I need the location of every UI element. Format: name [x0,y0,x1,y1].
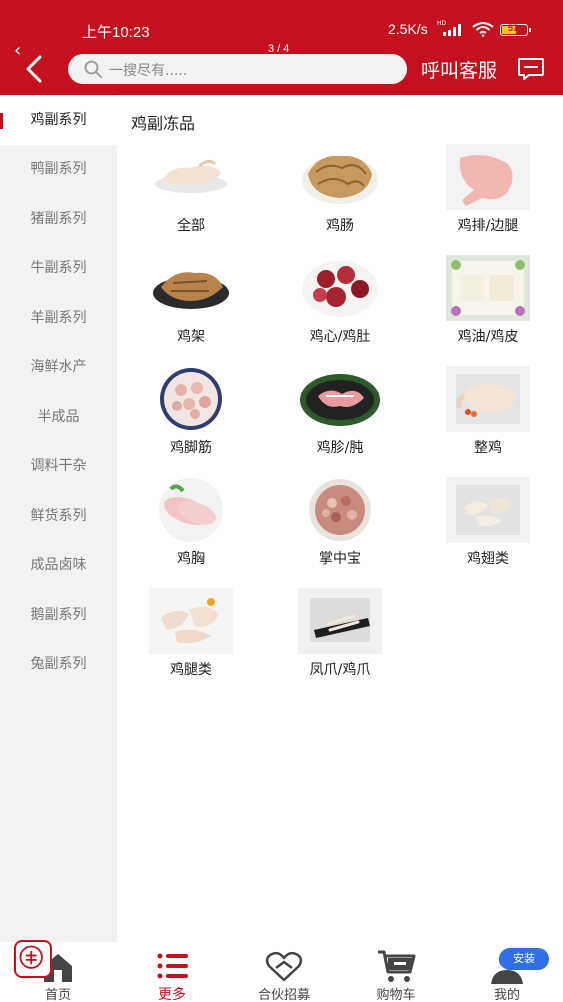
chicken-skin-icon [446,255,530,321]
product-tile-skin[interactable]: 鸡油/鸡皮 [433,255,543,355]
sidebar-item-rabbit[interactable]: 兔副系列 [0,640,117,689]
product-tile-frame[interactable]: 鸡架 [136,255,246,355]
sidebar-item-goose[interactable]: 鹅副系列 [0,591,117,640]
sidebar-item-pork[interactable]: 猪副系列 [0,195,117,244]
nav-label: 我的 [493,988,520,1002]
product-label: 凤爪/鸡爪 [309,662,371,678]
bottom-navigation: 首页 更多 合伙招募 购物车 我的 [0,942,563,1002]
cart-icon [378,950,416,982]
close-small-icon[interactable]: ‹ [14,40,21,61]
nav-more[interactable]: 更多 [122,942,222,1002]
network-speed: 2.5K/s [388,21,428,37]
handshake-heart-icon [265,951,303,982]
product-label: 鸡腿类 [170,662,212,678]
product-label: 鸡脚筋 [170,440,212,456]
list-icon [157,953,188,979]
sidebar-item-lamb[interactable]: 羊副系列 [0,294,117,343]
sidebar-item-semi-finished[interactable]: 半成品 [0,393,117,442]
wifi-icon [472,22,494,37]
sidebar-item-braised[interactable]: 成品卤味 [0,541,117,590]
app-logo-badge[interactable] [14,940,52,978]
product-tile-leg[interactable]: 鸡排/边腿 [433,144,543,244]
product-tile-heart[interactable]: 鸡心/鸡肚 [285,255,395,355]
chicken-drumstick-icon [149,588,233,654]
nav-cart[interactable]: 购物车 [346,942,446,1002]
sidebar-item-duck[interactable]: 鸭副系列 [0,145,117,194]
chicken-wing-icon [446,477,530,543]
sidebar-item-seasoning[interactable]: 调料干杂 [0,442,117,491]
chicken-breast-icon [159,478,223,542]
product-label: 掌中宝 [319,551,361,567]
nav-label: 更多 [158,987,186,1002]
back-arrow-icon[interactable] [22,54,48,84]
product-label: 鸡肠 [326,218,354,234]
product-tile-breast[interactable]: 鸡胸 [136,477,246,577]
sidebar-item-fresh[interactable]: 鲜货系列 [0,492,117,541]
product-label: 全部 [177,218,205,234]
chicken-feet-icon [298,588,382,654]
category-sidebar: 鸡副系列 鸭副系列 猪副系列 牛副系列 羊副系列 海鲜水产 半成品 调料干杂 鲜… [0,95,117,942]
product-label: 整鸡 [474,440,502,456]
nav-label: 购物车 [376,988,416,1002]
sidebar-item-seafood[interactable]: 海鲜水产 [0,343,117,392]
product-tile-wing[interactable]: 鸡翅类 [433,477,543,577]
chicken-gizzard-icon [300,374,380,426]
chicken-leg-icon [446,144,530,210]
product-tile-intestine[interactable]: 鸡肠 [285,144,395,244]
search-input[interactable]: 一搜尽有..... [68,54,407,84]
product-label: 鸡胸 [177,551,205,567]
product-label: 鸡架 [177,329,205,345]
header-bar: 上午10:23 2.5K/s HD 57 ‹ 3 / 4 一搜尽有..... 呼… [0,0,563,95]
app-logo-icon [19,945,43,969]
nav-partner[interactable]: 合伙招募 [234,942,334,1002]
product-tile-drumstick[interactable]: 鸡腿类 [136,588,246,688]
whole-chicken-icon [446,366,530,432]
customer-service-button[interactable]: 呼叫客服 [421,56,497,83]
status-bar: 上午10:23 2.5K/s HD 57 [0,18,563,44]
product-tile-whole-chicken[interactable]: 整鸡 [433,366,543,466]
product-label: 鸡心/鸡肚 [309,329,371,345]
chat-bubble-icon[interactable] [517,57,545,81]
nav-label: 合伙招募 [257,988,310,1002]
battery-level: 57 [508,23,519,33]
product-tile-gizzard[interactable]: 鸡胗/肫 [285,366,395,466]
sidebar-item-beef[interactable]: 牛副系列 [0,244,117,293]
whole-chicken-plate-icon [155,159,227,193]
chicken-heart-icon [302,261,378,317]
product-label: 鸡油/鸡皮 [457,329,519,345]
signal-icon [443,24,465,36]
sidebar-item-chicken[interactable]: 鸡副系列 [0,96,117,145]
chicken-tendon-icon [160,368,222,430]
product-label: 鸡排/边腿 [457,218,519,234]
product-tile-cartilage[interactable]: 掌中宝 [285,477,395,577]
chicken-cartilage-icon [309,479,371,541]
install-button[interactable]: 安装 [499,948,549,970]
search-icon [84,60,102,78]
product-label: 鸡翅类 [467,551,509,567]
product-label: 鸡胗/肫 [316,440,364,456]
battery-icon: 57 [500,23,531,36]
nav-label: 首页 [44,988,71,1002]
section-title: 鸡副冻品 [131,114,196,133]
product-tile-tendon[interactable]: 鸡脚筋 [136,366,246,466]
product-tile-all[interactable]: 全部 [136,144,246,244]
search-placeholder: 一搜尽有..... [109,63,188,79]
product-tile-feet[interactable]: 凤爪/鸡爪 [285,588,395,688]
status-time: 上午10:23 [82,24,150,41]
chicken-intestine-icon [302,155,378,204]
chicken-frame-icon [153,272,229,309]
